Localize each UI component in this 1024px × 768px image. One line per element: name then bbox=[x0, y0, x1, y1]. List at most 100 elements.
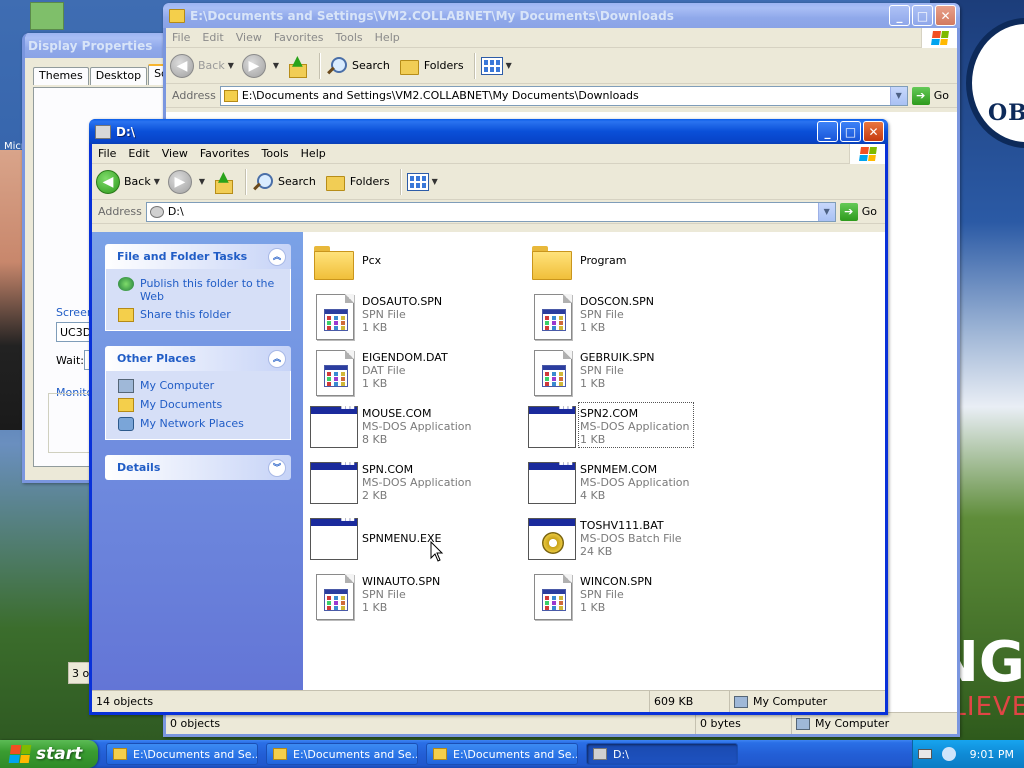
up-folder-icon[interactable] bbox=[213, 169, 235, 194]
search-button[interactable]: Search bbox=[326, 55, 390, 77]
forward-button[interactable]: ▶ ▼ bbox=[167, 169, 205, 194]
toolbar-separator bbox=[399, 168, 401, 195]
drive-d-window[interactable]: D:\ _ □ ✕ File Edit View Favorites Tools… bbox=[89, 119, 888, 715]
toolbar-separator bbox=[319, 52, 321, 79]
file-item-mouse[interactable]: MOUSE.COMMS-DOS Application8 KB bbox=[310, 402, 510, 454]
panel-body: Publish this folder to the Web Share thi… bbox=[105, 269, 291, 331]
collapse-icon[interactable]: ︽ bbox=[268, 247, 286, 266]
file-type: MS-DOS Application bbox=[580, 476, 690, 489]
chevron-down-icon[interactable]: ▼ bbox=[199, 177, 205, 186]
up-folder-icon[interactable] bbox=[287, 53, 309, 78]
expand-icon[interactable]: ︾ bbox=[268, 458, 286, 477]
clock[interactable]: 9:01 PM bbox=[970, 748, 1014, 761]
display-properties-titlebar[interactable]: Display Properties bbox=[25, 33, 169, 58]
back-button[interactable]: ◀ Back ▼ bbox=[170, 53, 234, 78]
file-name: WINAUTO.SPN bbox=[362, 575, 441, 588]
drive-icon bbox=[593, 748, 607, 760]
tab-desktop[interactable]: Desktop bbox=[89, 67, 148, 85]
close-button[interactable]: ✕ bbox=[935, 5, 956, 26]
search-button[interactable]: Search bbox=[252, 171, 316, 193]
file-item-pcx[interactable]: Pcx bbox=[310, 238, 510, 288]
file-item-program[interactable]: Program bbox=[528, 238, 728, 288]
address-input[interactable]: E:\Documents and Settings\VM2.COLLABNET\… bbox=[219, 85, 908, 106]
my-network-places-link[interactable]: My Network Places bbox=[118, 417, 280, 431]
go-button[interactable]: ➔ Go bbox=[911, 86, 949, 105]
forward-arrow-icon: ▶ bbox=[167, 169, 192, 194]
chevron-down-icon[interactable]: ▼ bbox=[154, 177, 160, 186]
go-button[interactable]: ➔ Go bbox=[839, 202, 877, 221]
other-places-header[interactable]: Other Places ︽ bbox=[105, 346, 291, 371]
forward-button[interactable]: ▶ ▼ bbox=[241, 53, 279, 78]
file-folder-tasks-header[interactable]: File and Folder Tasks ︽ bbox=[105, 244, 291, 269]
folder-icon bbox=[113, 748, 127, 760]
folders-button[interactable]: Folders bbox=[324, 172, 390, 192]
menu-edit[interactable]: Edit bbox=[202, 31, 223, 44]
status-bar: 14 objects 609 KB My Computer bbox=[92, 690, 885, 712]
mouse-cursor-icon bbox=[430, 541, 444, 562]
file-item-toshv111[interactable]: TOSHV111.BAT MS-DOS Batch File 24 KB bbox=[528, 516, 728, 566]
menu-help[interactable]: Help bbox=[375, 31, 400, 44]
menu-view[interactable]: View bbox=[236, 31, 262, 44]
file-item-gebruik[interactable]: GEBRUIK.SPN SPN File 1 KB bbox=[528, 348, 728, 398]
keyboard-icon[interactable] bbox=[917, 749, 932, 759]
menu-help[interactable]: Help bbox=[301, 147, 326, 160]
file-item-spn2[interactable]: SPN2.COMMS-DOS Application1 KB bbox=[528, 402, 728, 454]
file-item-winauto[interactable]: WINAUTO.SPN SPN File 1 KB bbox=[310, 572, 510, 622]
views-button[interactable]: ▼ bbox=[480, 56, 512, 75]
taskbar-item-explorer-2[interactable]: E:\Documents and Se... bbox=[266, 743, 418, 765]
file-name: TOSHV111.BAT bbox=[580, 519, 664, 532]
documents-folder-icon bbox=[118, 398, 134, 412]
address-input[interactable]: D:\ ▼ bbox=[145, 201, 836, 222]
menu-view[interactable]: View bbox=[162, 147, 188, 160]
minimize-button[interactable]: _ bbox=[817, 121, 838, 142]
maximize-button[interactable]: □ bbox=[912, 5, 933, 26]
file-size: 1 KB bbox=[362, 377, 388, 390]
folders-button[interactable]: Folders bbox=[398, 56, 464, 76]
menu-tools[interactable]: Tools bbox=[262, 147, 289, 160]
back-label: Back bbox=[124, 175, 151, 188]
folders-label: Folders bbox=[423, 59, 464, 72]
maximize-button[interactable]: □ bbox=[840, 121, 861, 142]
taskbar-item-explorer-3[interactable]: E:\Documents and Se... bbox=[426, 743, 578, 765]
file-item-spnmenu[interactable]: SPNMENU.EXE bbox=[310, 514, 510, 566]
file-item-spn[interactable]: SPN.COMMS-DOS Application2 KB bbox=[310, 458, 510, 510]
tab-themes[interactable]: Themes bbox=[33, 67, 89, 85]
publish-folder-link[interactable]: Publish this folder to the Web bbox=[118, 277, 280, 303]
downloads-titlebar[interactable]: E:\Documents and Settings\VM2.COLLABNET\… bbox=[163, 3, 960, 28]
computer-icon bbox=[796, 717, 810, 730]
file-item-dosauto[interactable]: DOSAUTO.SPN SPN File 1 KB bbox=[310, 292, 510, 342]
taskbar-item-explorer-1[interactable]: E:\Documents and Se... bbox=[106, 743, 258, 765]
collapse-icon[interactable]: ︽ bbox=[268, 349, 286, 368]
tray-chevron-icon[interactable] bbox=[941, 747, 956, 761]
folders-icon bbox=[324, 172, 346, 192]
menu-tools[interactable]: Tools bbox=[336, 31, 363, 44]
chevron-down-icon[interactable]: ▼ bbox=[889, 86, 907, 105]
close-button[interactable]: ✕ bbox=[863, 121, 884, 142]
share-folder-link[interactable]: Share this folder bbox=[118, 308, 280, 322]
details-header[interactable]: Details ︾ bbox=[105, 455, 291, 480]
desktop-shortcut-icon[interactable] bbox=[30, 2, 64, 30]
menu-favorites[interactable]: Favorites bbox=[274, 31, 324, 44]
chevron-down-icon[interactable]: ▼ bbox=[273, 61, 279, 70]
menu-file[interactable]: File bbox=[98, 147, 116, 160]
minimize-button[interactable]: _ bbox=[889, 5, 910, 26]
back-button[interactable]: ◀ Back ▼ bbox=[96, 169, 160, 194]
drive-d-titlebar[interactable]: D:\ _ □ ✕ bbox=[89, 119, 888, 144]
file-item-eigendom[interactable]: EIGENDOM.DAT DAT File 1 KB bbox=[310, 348, 510, 398]
views-button[interactable]: ▼ bbox=[406, 172, 438, 191]
chevron-down-icon: ▼ bbox=[431, 177, 438, 186]
file-item-spnmem[interactable]: SPNMEM.COMMS-DOS Application4 KB bbox=[528, 458, 728, 510]
toolbar-separator bbox=[473, 52, 475, 79]
chevron-down-icon[interactable]: ▼ bbox=[228, 61, 234, 70]
menu-file[interactable]: File bbox=[172, 31, 190, 44]
my-documents-link[interactable]: My Documents bbox=[118, 398, 280, 412]
file-item-doscon[interactable]: DOSCON.SPN SPN File 1 KB bbox=[528, 292, 728, 342]
menu-edit[interactable]: Edit bbox=[128, 147, 149, 160]
taskbar-item-drive-d[interactable]: D:\ bbox=[586, 743, 738, 765]
status-size: 609 KB bbox=[650, 691, 730, 712]
file-item-wincon[interactable]: WINCON.SPN SPN File 1 KB bbox=[528, 572, 728, 622]
my-computer-link[interactable]: My Computer bbox=[118, 379, 280, 393]
start-button[interactable]: start bbox=[0, 740, 98, 768]
menu-favorites[interactable]: Favorites bbox=[200, 147, 250, 160]
chevron-down-icon[interactable]: ▼ bbox=[817, 202, 835, 221]
